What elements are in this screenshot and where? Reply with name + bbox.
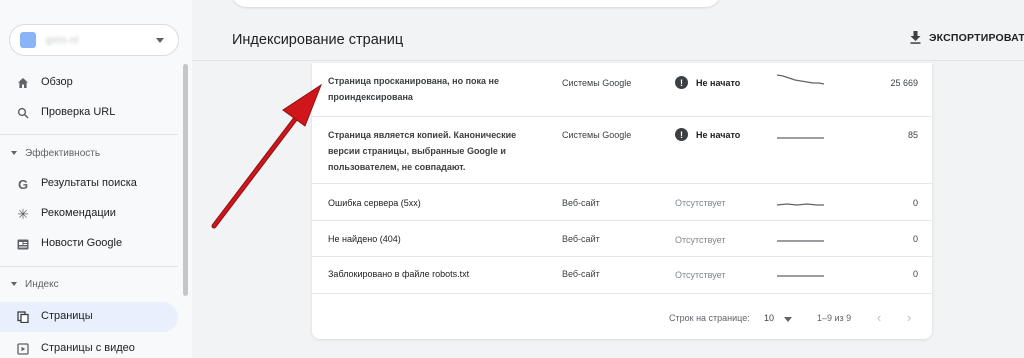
annotation-arrow-icon xyxy=(211,83,323,229)
search-console-page: gsto.nl Обзор Проверка URL Эффективность… xyxy=(0,0,1024,358)
